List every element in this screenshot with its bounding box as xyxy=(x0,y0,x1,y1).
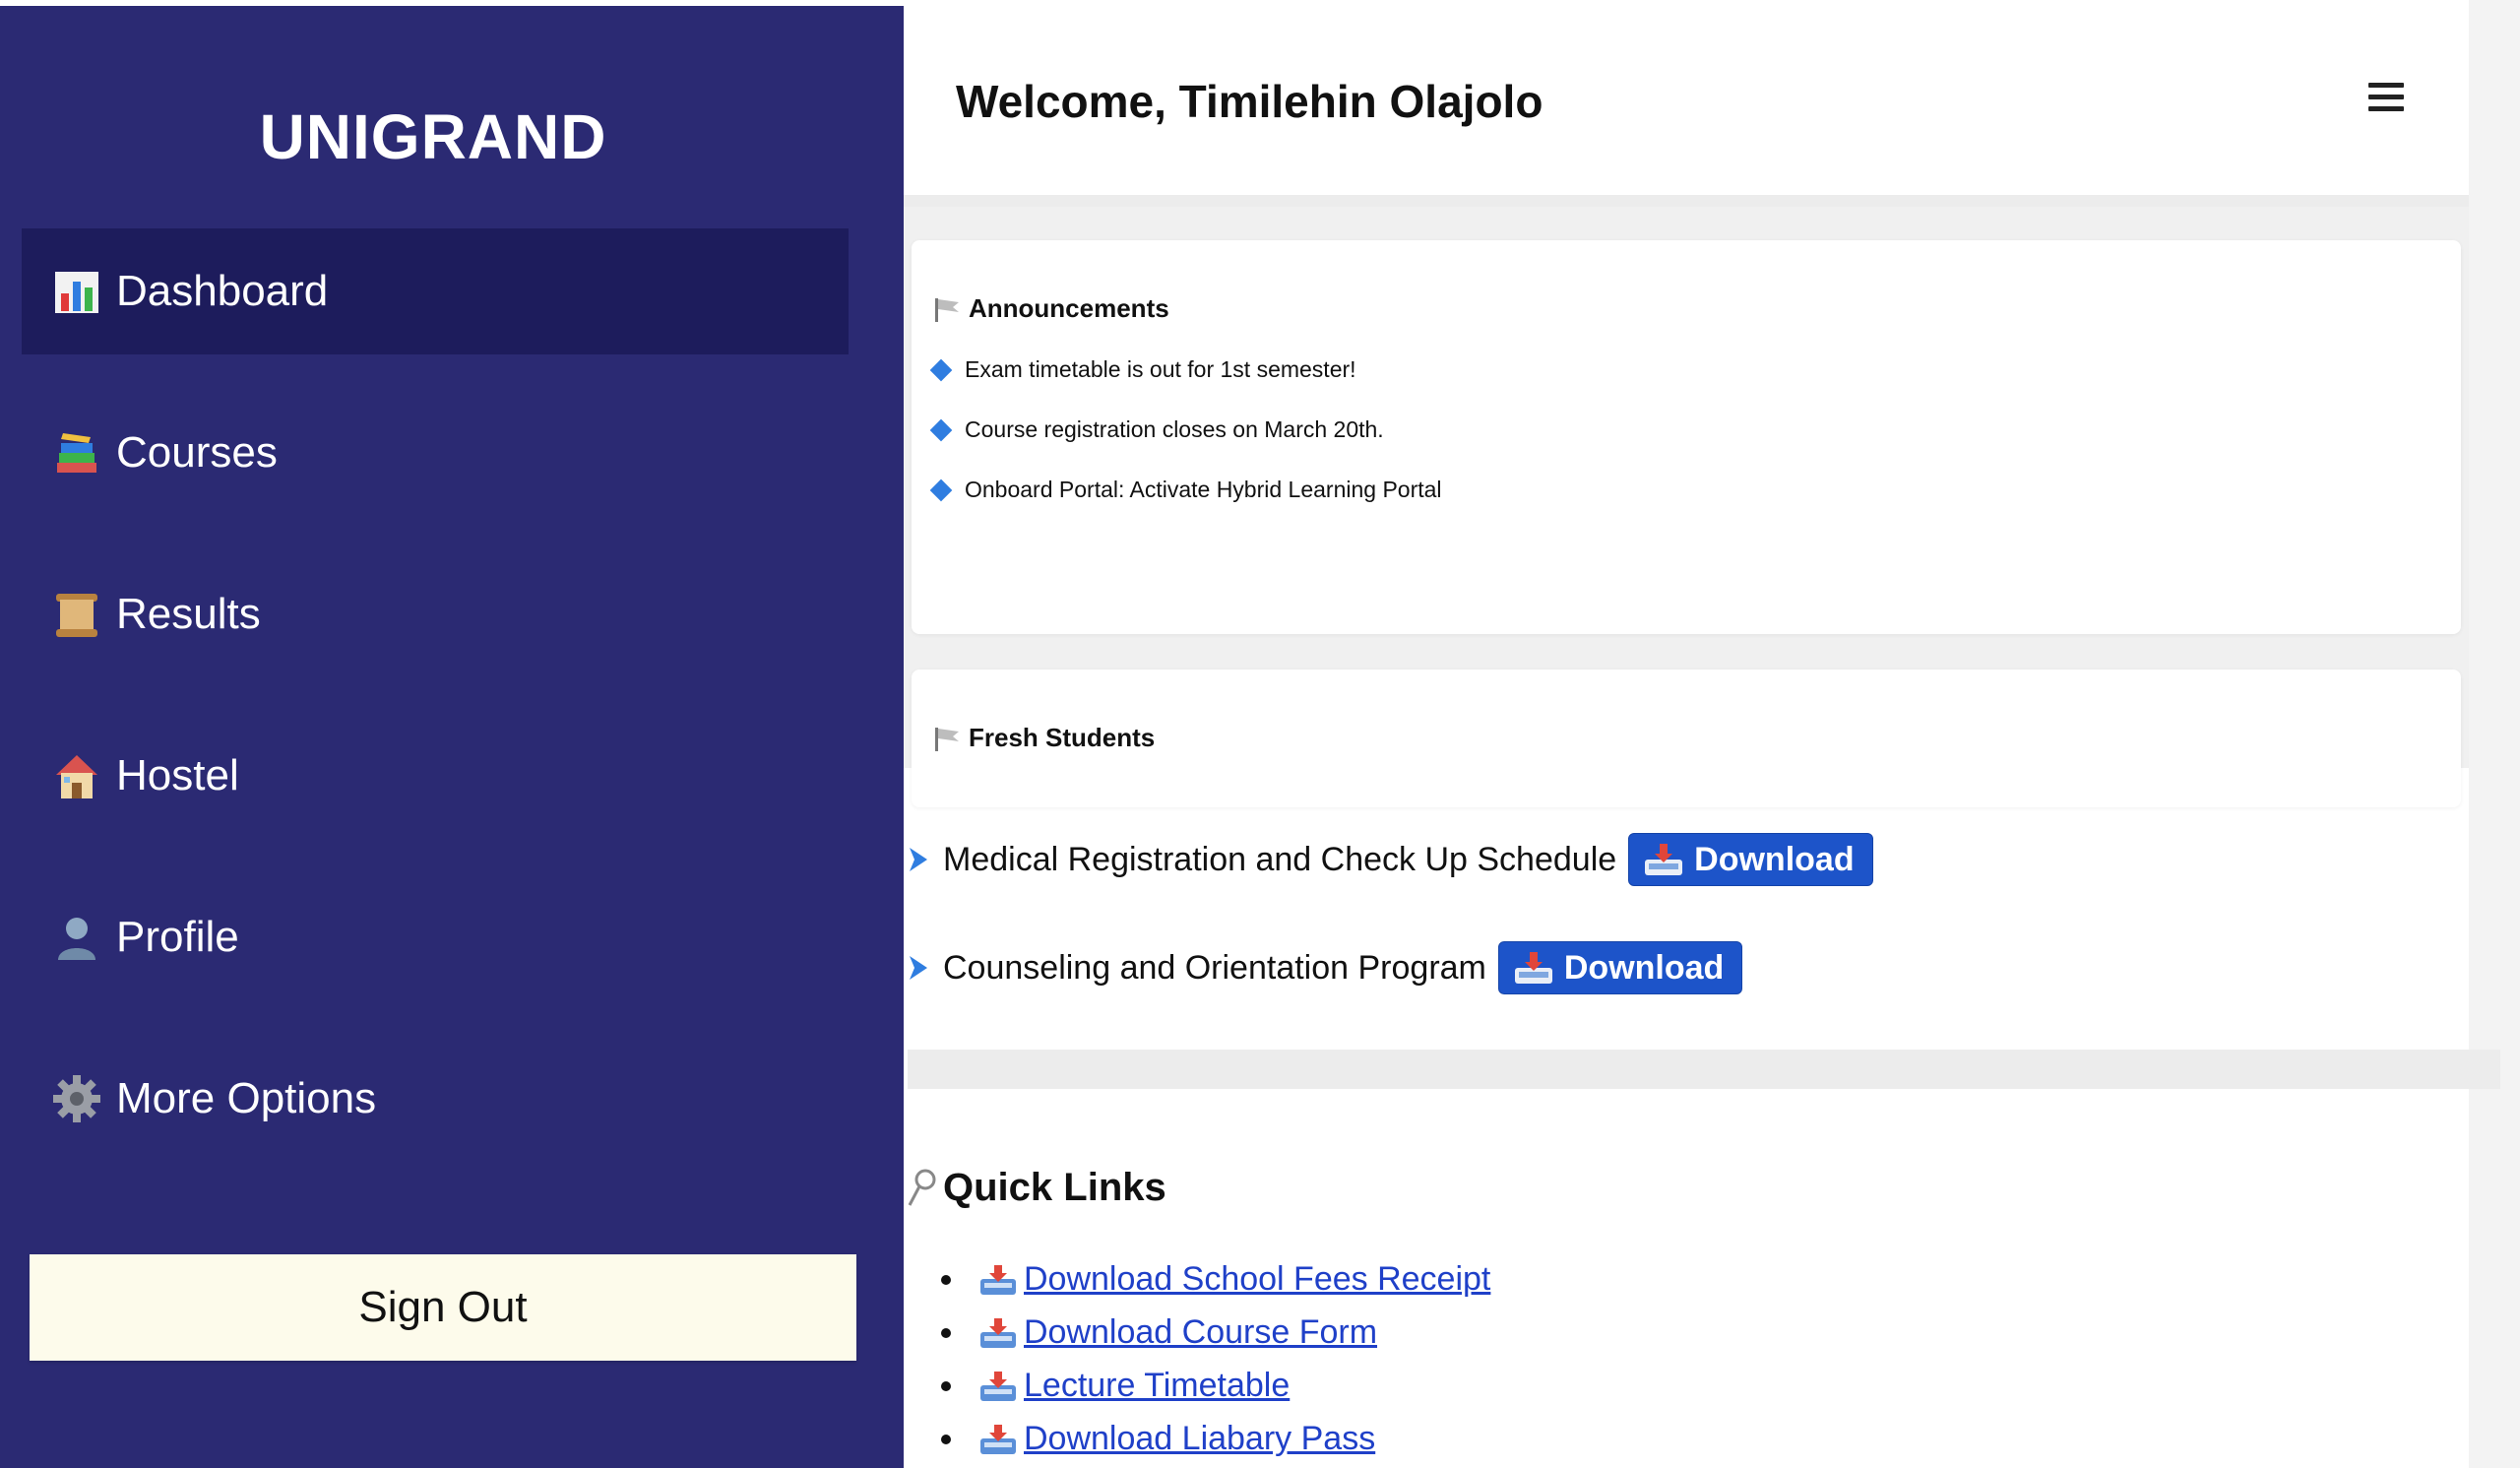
download-label: Download xyxy=(1694,840,1855,878)
user-icon xyxy=(51,912,102,963)
books-icon xyxy=(51,427,102,479)
pin-icon xyxy=(908,1169,936,1206)
page-edge xyxy=(2469,0,2520,1468)
flag-icon xyxy=(935,297,959,322)
flag-icon xyxy=(935,727,959,751)
quick-links-heading: Quick Links xyxy=(906,1166,1166,1210)
list-bullet xyxy=(941,1327,951,1338)
sidebar-item-label: Dashboard xyxy=(116,267,329,315)
fresh-students-heading: Fresh Students xyxy=(933,723,1155,753)
sidebar-item-hostel[interactable]: Hostel xyxy=(22,713,849,839)
scroll-icon xyxy=(51,589,102,640)
fresh-student-label: Medical Registration and Check Up Schedu… xyxy=(943,840,1617,878)
fresh-students-title: Fresh Students xyxy=(969,723,1156,752)
diamond-bullet-icon xyxy=(929,418,953,441)
inbox-download-icon xyxy=(980,1371,1016,1401)
quick-link-item: Download School Fees Receipt xyxy=(941,1260,1490,1299)
download-button[interactable]: Download xyxy=(1497,941,1743,994)
announcement-item: Exam timetable is out for 1st semester! xyxy=(929,356,1356,383)
inbox-download-icon xyxy=(980,1424,1016,1454)
brand-logo: UNIGRAND xyxy=(259,101,607,172)
sidebar-item-results[interactable]: Results xyxy=(22,551,849,677)
announcement-text: Exam timetable is out for 1st semester! xyxy=(965,356,1356,382)
inbox-download-icon xyxy=(980,1264,1016,1295)
page-title: Welcome, Timilehin Olajolo xyxy=(956,76,1544,127)
hamburger-icon[interactable] xyxy=(2368,83,2404,114)
arrow-bullet-icon xyxy=(910,956,927,980)
gear-icon xyxy=(51,1073,102,1124)
bar-chart-icon xyxy=(51,266,102,317)
list-bullet xyxy=(941,1434,951,1444)
arrow-bullet-icon xyxy=(910,848,927,871)
sidebar-item-label: Profile xyxy=(116,913,239,961)
diamond-bullet-icon xyxy=(929,358,953,381)
sidebar-item-more-options[interactable]: More Options xyxy=(22,1036,849,1162)
sign-out-button[interactable]: Sign Out xyxy=(30,1254,856,1361)
diamond-bullet-icon xyxy=(929,479,953,501)
announcement-text: Onboard Portal: Activate Hybrid Learning… xyxy=(965,477,1442,502)
sidebar-item-dashboard[interactable]: Dashboard xyxy=(22,228,849,354)
quick-link-school-fees-receipt[interactable]: Download School Fees Receipt xyxy=(1024,1260,1490,1299)
inbox-download-icon xyxy=(1514,952,1552,984)
quick-link-item: Download Liabary Pass xyxy=(941,1420,1375,1458)
top-bar: Welcome, Timilehin Olajolo xyxy=(904,0,2469,207)
sidebar: UNIGRAND Dashboard Courses Results Hoste… xyxy=(0,6,904,1468)
section-divider xyxy=(908,1050,2500,1089)
house-icon xyxy=(51,750,102,801)
fresh-student-label: Counseling and Orientation Program xyxy=(943,948,1486,987)
announcements-heading: Announcements xyxy=(933,293,1169,324)
announcement-item: Course registration closes on March 20th… xyxy=(929,416,1384,443)
list-bullet xyxy=(941,1380,951,1391)
quick-links-title: Quick Links xyxy=(943,1166,1166,1209)
fresh-student-item: Medical Registration and Check Up Schedu… xyxy=(908,833,1873,886)
announcement-item: Onboard Portal: Activate Hybrid Learning… xyxy=(929,477,1442,503)
quick-link-course-form[interactable]: Download Course Form xyxy=(1024,1313,1377,1352)
announcement-text: Course registration closes on March 20th… xyxy=(965,416,1384,442)
download-button[interactable]: Download xyxy=(1628,833,1873,886)
fresh-student-item: Counseling and Orientation Program Downl… xyxy=(908,941,1743,994)
inbox-download-icon xyxy=(980,1317,1016,1348)
sidebar-item-label: Courses xyxy=(116,428,278,477)
sidebar-item-profile[interactable]: Profile xyxy=(22,874,849,1000)
sidebar-item-label: Results xyxy=(116,590,261,638)
quick-link-item: Lecture Timetable xyxy=(941,1367,1290,1405)
sidebar-item-courses[interactable]: Courses xyxy=(22,390,849,516)
quick-link-item: Download Course Form xyxy=(941,1313,1377,1352)
sidebar-item-label: More Options xyxy=(116,1074,377,1122)
quick-link-library-pass[interactable]: Download Liabary Pass xyxy=(1024,1420,1375,1458)
list-bullet xyxy=(941,1274,951,1285)
inbox-download-icon xyxy=(1645,844,1683,875)
quick-link-lecture-timetable[interactable]: Lecture Timetable xyxy=(1024,1367,1290,1405)
download-label: Download xyxy=(1563,948,1725,987)
sidebar-item-label: Hostel xyxy=(116,751,239,799)
announcements-title: Announcements xyxy=(969,293,1169,323)
